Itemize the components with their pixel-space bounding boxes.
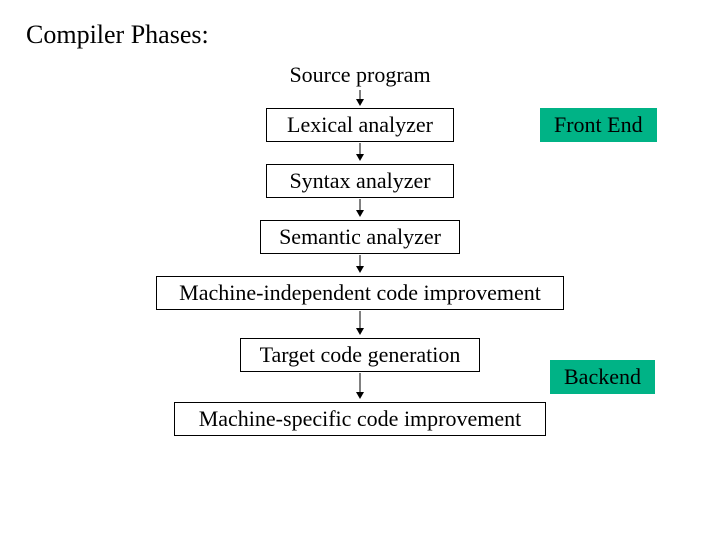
phase-machine-specific-improvement: Machine-specific code improvement bbox=[174, 402, 546, 436]
arrow-icon bbox=[354, 255, 366, 273]
arrow-icon bbox=[354, 373, 366, 399]
phase-syntax-analyzer: Syntax analyzer bbox=[266, 164, 454, 198]
phase-machine-independent-improvement: Machine-independent code improvement bbox=[156, 276, 564, 310]
source-program-text: Source program bbox=[289, 62, 430, 88]
badge-front-end: Front End bbox=[540, 108, 657, 142]
source-program-label: Source program bbox=[0, 62, 720, 88]
arrow-icon bbox=[354, 311, 366, 335]
phase-semantic-analyzer: Semantic analyzer bbox=[260, 220, 460, 254]
badge-backend: Backend bbox=[550, 360, 655, 394]
arrow-icon bbox=[354, 199, 366, 217]
arrow-icon bbox=[354, 90, 366, 106]
phase-lexical-analyzer: Lexical analyzer bbox=[266, 108, 454, 142]
phase-target-code-generation: Target code generation bbox=[240, 338, 480, 372]
page-title: Compiler Phases: bbox=[26, 20, 209, 50]
arrow-icon bbox=[354, 143, 366, 161]
